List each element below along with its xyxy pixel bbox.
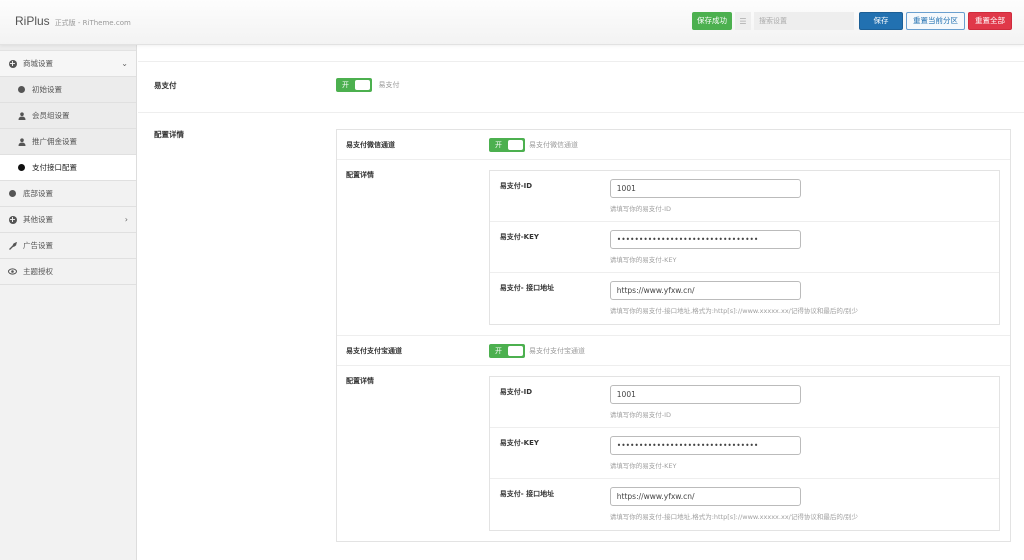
sidebar-item-initial-settings[interactable]: 初始设置 [0,77,136,103]
sidebar: + 商城设置 ⌄ 初始设置 会员组设置 推广佣金设置 支付接口配置 底部设置 +… [0,45,137,560]
eye-icon [8,267,17,276]
field-help: 请填写你的易支付-接口地址,格式为:http[s]://www.xxxxx.xx… [609,513,859,521]
sidebar-item-member-group[interactable]: 会员组设置 [0,103,136,129]
alipay-channel-label: 易支付支付宝通道 [346,346,402,355]
config-label: 配置详情 [154,130,184,139]
sidebar-item-label: 初始设置 [32,85,62,94]
sidebar-item-label: 底部设置 [23,189,53,198]
toggle-on-text: 开 [495,140,502,149]
wechat-config-label: 配置详情 [346,171,374,179]
sidebar-item-other-settings[interactable]: + 其他设置 › [0,207,136,233]
sidebar-item-label: 支付接口配置 [32,163,77,172]
field-label: 易支付- 接口地址 [499,490,555,498]
top-header: RiPlus 正式版 - RiTheme.com 保存成功 ☰ 保存 重置当前分… [0,0,1024,45]
alipay-config-row: 配置详情 易支付-ID 请填写你的易支付-ID 易支付-KEY 请填写你的 [337,366,1010,541]
sidebar-item-commission[interactable]: 推广佣金设置 [0,129,136,155]
dot-icon [8,189,17,198]
list-icon[interactable]: ☰ [735,12,751,30]
toggle-on-text: 开 [342,81,349,89]
epay-key-input[interactable] [609,230,801,249]
sidebar-item-label: 其他设置 [23,215,53,224]
toggle-on-text: 开 [495,346,502,355]
wechat-fields-panel: 易支付-ID 请填写你的易支付-ID 易支付-KEY 请填写你的易支付-KEY [488,170,1000,325]
sidebar-item-footer-settings[interactable]: 底部设置 [0,181,136,207]
alipay-channel-toggle-desc: 易支付支付宝通道 [529,346,585,355]
field-row-url: 易支付- 接口地址 请填写你的易支付-接口地址,格式为:http[s]://ww… [490,273,999,324]
toggle-knob [508,139,523,150]
field-help: 请填写你的易支付-ID [609,205,672,213]
circle-plus-icon: + [8,58,17,68]
user-icon [17,111,26,120]
field-row-key: 易支付-KEY 请填写你的易支付-KEY [489,428,999,479]
field-label: 易支付-ID [499,182,533,190]
wechat-config-row: 配置详情 易支付-ID 请填写你的易支付-ID 易支付-KEY 请填写你的 [337,160,1010,336]
epay-key-input[interactable] [609,436,801,455]
search-input[interactable] [754,12,854,30]
toggle-knob [355,80,370,90]
field-help: 请填写你的易支付-ID [609,411,672,419]
epay-id-input[interactable] [609,385,801,404]
epay-url-input[interactable] [609,281,801,300]
alipay-channel-row: 易支付支付宝通道 开 易支付支付宝通道 [337,336,1010,366]
brand-name: RiPlus [15,14,50,28]
sidebar-item-ad-settings[interactable]: 广告设置 [0,233,136,259]
sidebar-item-theme-license[interactable]: 主题授权 [0,259,136,285]
sidebar-item-label: 商城设置 [23,59,53,68]
circle-plus-icon: + [8,214,17,224]
chevron-down-icon: ⌄ [121,59,128,68]
chevron-right-icon: › [124,215,128,224]
wechat-channel-row: 易支付微信通道 开 易支付微信通道 [337,130,1010,160]
brand: RiPlus 正式版 - RiTheme.com [15,14,131,28]
sidebar-item-payment-config[interactable]: 支付接口配置 [0,155,136,181]
header-actions: 保存成功 ☰ 保存 重置当前分区 重置全部 [692,12,1012,30]
field-label: 易支付- 接口地址 [499,284,555,292]
field-help: 请填写你的易支付-KEY [609,256,677,264]
alipay-channel-toggle[interactable]: 开 [489,343,525,358]
dot-icon [17,163,26,172]
reset-all-button[interactable]: 重置全部 [968,12,1012,30]
field-label: 易支付-ID [499,388,533,396]
main-top-strip [138,45,1024,62]
field-label: 易支付-KEY [499,233,539,241]
save-success-badge: 保存成功 [692,12,732,30]
epay-toggle-desc: 易支付 [378,81,400,89]
main-content: 易支付 开 易支付 配置详情 易支付微信通道 开 易支付微信通道 配置详情 易支… [138,45,1024,560]
field-row-key: 易支付-KEY 请填写你的易支付-KEY [489,222,999,273]
epay-label: 易支付 [154,80,177,90]
epay-id-input[interactable] [609,179,801,198]
brand-subtitle: 正式版 - RiTheme.com [54,19,131,27]
wrench-icon [8,241,17,250]
field-help: 请填写你的易支付-KEY [609,462,677,470]
sidebar-item-shop-settings[interactable]: + 商城设置 ⌄ [0,51,136,77]
wechat-channel-label: 易支付微信通道 [346,140,395,149]
toggle-knob [508,345,523,356]
save-button[interactable]: 保存 [859,12,903,30]
config-row: 配置详情 易支付微信通道 开 易支付微信通道 配置详情 易支付-ID 1001 … [138,113,1024,542]
sidebar-item-label: 会员组设置 [32,111,70,120]
epay-row: 易支付 开 易支付 [138,62,1024,113]
alipay-fields-panel: 易支付-ID 请填写你的易支付-ID 易支付-KEY 请填写你的易支付-KEY [488,376,1000,531]
sidebar-item-label: 推广佣金设置 [32,137,77,146]
field-label: 易支付-KEY [499,439,539,447]
wechat-channel-toggle[interactable]: 开 [489,137,525,152]
wechat-channel-toggle-desc: 易支付微信通道 [529,140,578,149]
reset-section-button[interactable]: 重置当前分区 [906,12,965,30]
alipay-config-label: 配置详情 [346,377,374,385]
field-row-id: 易支付-ID 请填写你的易支付-ID [489,377,999,428]
sidebar-item-label: 主题授权 [23,267,53,276]
config-panel: 易支付微信通道 开 易支付微信通道 配置详情 易支付-ID 请填写你的易支付-I… [336,129,1011,542]
dot-icon [17,85,26,94]
field-row-id: 易支付-ID 请填写你的易支付-ID [489,171,999,222]
sidebar-item-label: 广告设置 [23,241,53,250]
epay-url-input[interactable] [609,487,801,506]
field-help: 请填写你的易支付-接口地址,格式为:http[s]://www.xxxxx.xx… [609,307,859,315]
epay-toggle[interactable]: 开 [336,78,372,92]
user-icon [17,137,26,146]
field-row-url: 易支付- 接口地址 请填写你的易支付-接口地址,格式为:http[s]://ww… [490,479,999,530]
